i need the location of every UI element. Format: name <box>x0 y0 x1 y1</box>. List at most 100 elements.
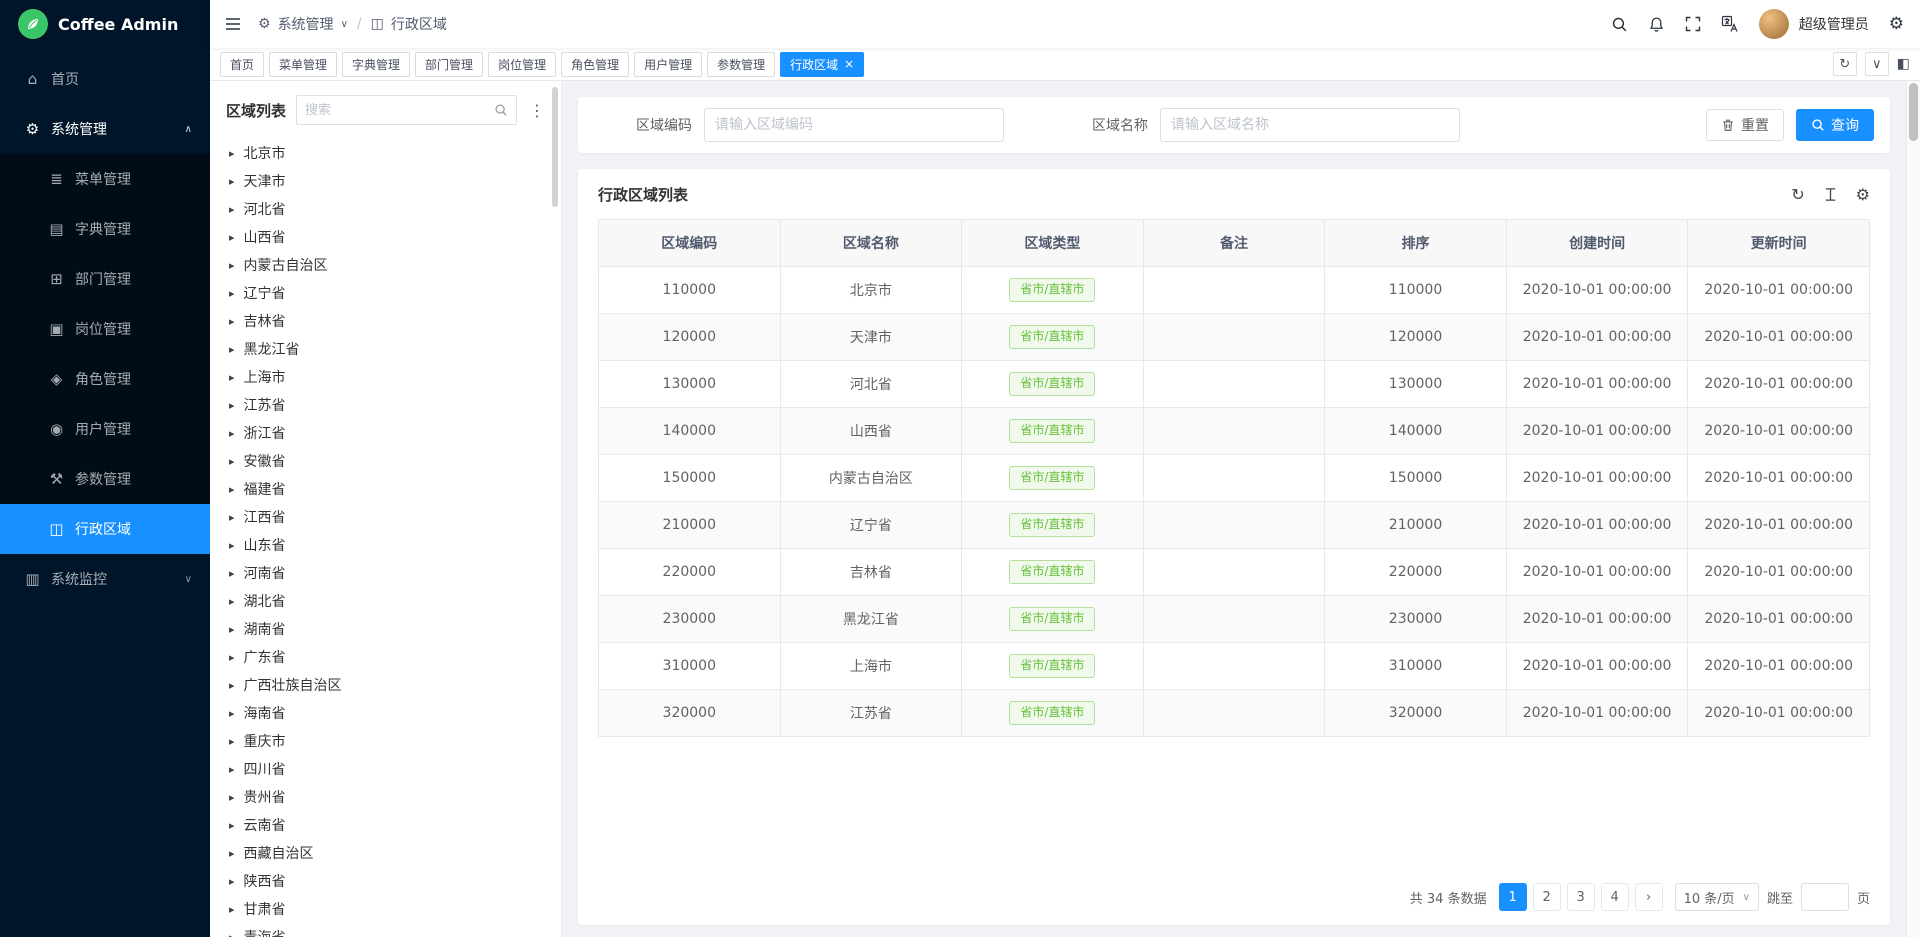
caret-right-icon[interactable]: ▸ <box>229 791 235 804</box>
page-button-1[interactable]: 1 <box>1499 883 1527 911</box>
caret-right-icon[interactable]: ▸ <box>229 343 235 356</box>
more-options-icon[interactable]: ⋮ <box>527 101 547 120</box>
tree-item[interactable]: ▸湖南省 <box>210 615 561 643</box>
tree-item[interactable]: ▸贵州省 <box>210 783 561 811</box>
tree-item[interactable]: ▸辽宁省 <box>210 279 561 307</box>
page-button-3[interactable]: 3 <box>1567 883 1595 911</box>
caret-right-icon[interactable]: ▸ <box>229 231 235 244</box>
tree-item[interactable]: ▸上海市 <box>210 363 561 391</box>
caret-right-icon[interactable]: ▸ <box>229 623 235 636</box>
region-code-input[interactable] <box>704 108 1004 142</box>
search-icon[interactable] <box>1611 16 1628 33</box>
caret-right-icon[interactable]: ▸ <box>229 315 235 328</box>
caret-right-icon[interactable]: ▸ <box>229 287 235 300</box>
sidebar-item-system[interactable]: ⚙系统管理∧ <box>0 104 210 154</box>
reset-button[interactable]: 重置 <box>1706 109 1784 141</box>
sidebar-item-menu[interactable]: ≣菜单管理 <box>0 154 210 204</box>
tab-menu[interactable]: 菜单管理 <box>269 52 337 77</box>
sidebar-item-param[interactable]: ⚒参数管理 <box>0 454 210 504</box>
sidebar-item-user[interactable]: ◉用户管理 <box>0 404 210 454</box>
caret-right-icon[interactable]: ▸ <box>229 763 235 776</box>
caret-right-icon[interactable]: ▸ <box>229 371 235 384</box>
tab-region[interactable]: 行政区域× <box>780 52 864 77</box>
tree-item[interactable]: ▸四川省 <box>210 755 561 783</box>
page-button-4[interactable]: 4 <box>1601 883 1629 911</box>
tree-scrollbar-thumb[interactable] <box>552 87 558 207</box>
column-settings-icon[interactable]: ⚙ <box>1856 185 1870 204</box>
tree-item[interactable]: ▸河北省 <box>210 195 561 223</box>
caret-right-icon[interactable]: ▸ <box>229 903 235 916</box>
tab-user[interactable]: 用户管理 <box>634 52 702 77</box>
breadcrumb-section[interactable]: 系统管理 <box>278 14 334 34</box>
tree-item[interactable]: ▸江苏省 <box>210 391 561 419</box>
caret-right-icon[interactable]: ▸ <box>229 147 235 160</box>
tree-item[interactable]: ▸安徽省 <box>210 447 561 475</box>
tree-item[interactable]: ▸山西省 <box>210 223 561 251</box>
caret-right-icon[interactable]: ▸ <box>229 455 235 468</box>
collapse-sidebar-icon[interactable] <box>224 15 242 33</box>
fullscreen-icon[interactable] <box>1685 16 1701 32</box>
density-icon[interactable] <box>1823 187 1838 202</box>
notification-bell-icon[interactable] <box>1648 16 1665 33</box>
search-icon[interactable] <box>494 103 508 117</box>
jump-page-input[interactable] <box>1801 883 1849 911</box>
tree-item[interactable]: ▸黑龙江省 <box>210 335 561 363</box>
settings-gear-icon[interactable]: ⚙ <box>1889 14 1904 34</box>
tree-item[interactable]: ▸重庆市 <box>210 727 561 755</box>
caret-right-icon[interactable]: ▸ <box>229 539 235 552</box>
tree-item[interactable]: ▸山东省 <box>210 531 561 559</box>
caret-right-icon[interactable]: ▸ <box>229 399 235 412</box>
tree-item[interactable]: ▸广西壮族自治区 <box>210 671 561 699</box>
caret-right-icon[interactable]: ▸ <box>229 483 235 496</box>
tab-param[interactable]: 参数管理 <box>707 52 775 77</box>
tree-item[interactable]: ▸吉林省 <box>210 307 561 335</box>
tree-scrollbar[interactable] <box>552 87 558 927</box>
sidebar-item-region[interactable]: ◫行政区域 <box>0 504 210 554</box>
tree-item[interactable]: ▸陕西省 <box>210 867 561 895</box>
caret-right-icon[interactable]: ▸ <box>229 819 235 832</box>
caret-right-icon[interactable]: ▸ <box>229 203 235 216</box>
tree-item[interactable]: ▸甘肃省 <box>210 895 561 923</box>
caret-right-icon[interactable]: ▸ <box>229 651 235 664</box>
region-name-input[interactable] <box>1160 108 1460 142</box>
tree-item[interactable]: ▸浙江省 <box>210 419 561 447</box>
tree-item[interactable]: ▸海南省 <box>210 699 561 727</box>
tab-role[interactable]: 角色管理 <box>561 52 629 77</box>
caret-right-icon[interactable]: ▸ <box>229 735 235 748</box>
tree-item[interactable]: ▸西藏自治区 <box>210 839 561 867</box>
translate-icon[interactable] <box>1721 15 1739 33</box>
sidebar-item-role[interactable]: ◈角色管理 <box>0 354 210 404</box>
username[interactable]: 超级管理员 <box>1799 14 1869 34</box>
user-avatar[interactable] <box>1759 9 1789 39</box>
caret-right-icon[interactable]: ▸ <box>229 679 235 692</box>
search-button[interactable]: 查询 <box>1796 109 1874 141</box>
tab-dept[interactable]: 部门管理 <box>415 52 483 77</box>
sidebar-item-monitor[interactable]: ▥系统监控∨ <box>0 554 210 604</box>
tree-item[interactable]: ▸广东省 <box>210 643 561 671</box>
sidebar-item-dept[interactable]: ⊞部门管理 <box>0 254 210 304</box>
refresh-icon[interactable]: ↻ <box>1791 185 1804 204</box>
caret-right-icon[interactable]: ▸ <box>229 847 235 860</box>
tree-item[interactable]: ▸天津市 <box>210 167 561 195</box>
refresh-tabs-icon[interactable]: ↻ <box>1833 52 1857 76</box>
tree-item[interactable]: ▸河南省 <box>210 559 561 587</box>
sidebar-item-home[interactable]: ⌂首页 <box>0 54 210 104</box>
caret-right-icon[interactable]: ▸ <box>229 567 235 580</box>
page-button-2[interactable]: 2 <box>1533 883 1561 911</box>
layout-icon[interactable]: ◧ <box>1897 56 1910 72</box>
tree-item[interactable]: ▸青海省 <box>210 923 561 937</box>
caret-right-icon[interactable]: ▸ <box>229 175 235 188</box>
next-page-button[interactable]: › <box>1635 883 1663 911</box>
tree-item[interactable]: ▸湖北省 <box>210 587 561 615</box>
page-size-select[interactable]: 10 条/页 ∨ <box>1675 883 1759 911</box>
page-scrollbar[interactable] <box>1906 81 1920 937</box>
caret-right-icon[interactable]: ▸ <box>229 427 235 440</box>
caret-right-icon[interactable]: ▸ <box>229 707 235 720</box>
tree-item[interactable]: ▸北京市 <box>210 139 561 167</box>
caret-right-icon[interactable]: ▸ <box>229 511 235 524</box>
tree-item[interactable]: ▸内蒙古自治区 <box>210 251 561 279</box>
caret-right-icon[interactable]: ▸ <box>229 931 235 937</box>
tree-search-input[interactable] <box>305 103 488 118</box>
tab-dict[interactable]: 字典管理 <box>342 52 410 77</box>
tree-item[interactable]: ▸云南省 <box>210 811 561 839</box>
